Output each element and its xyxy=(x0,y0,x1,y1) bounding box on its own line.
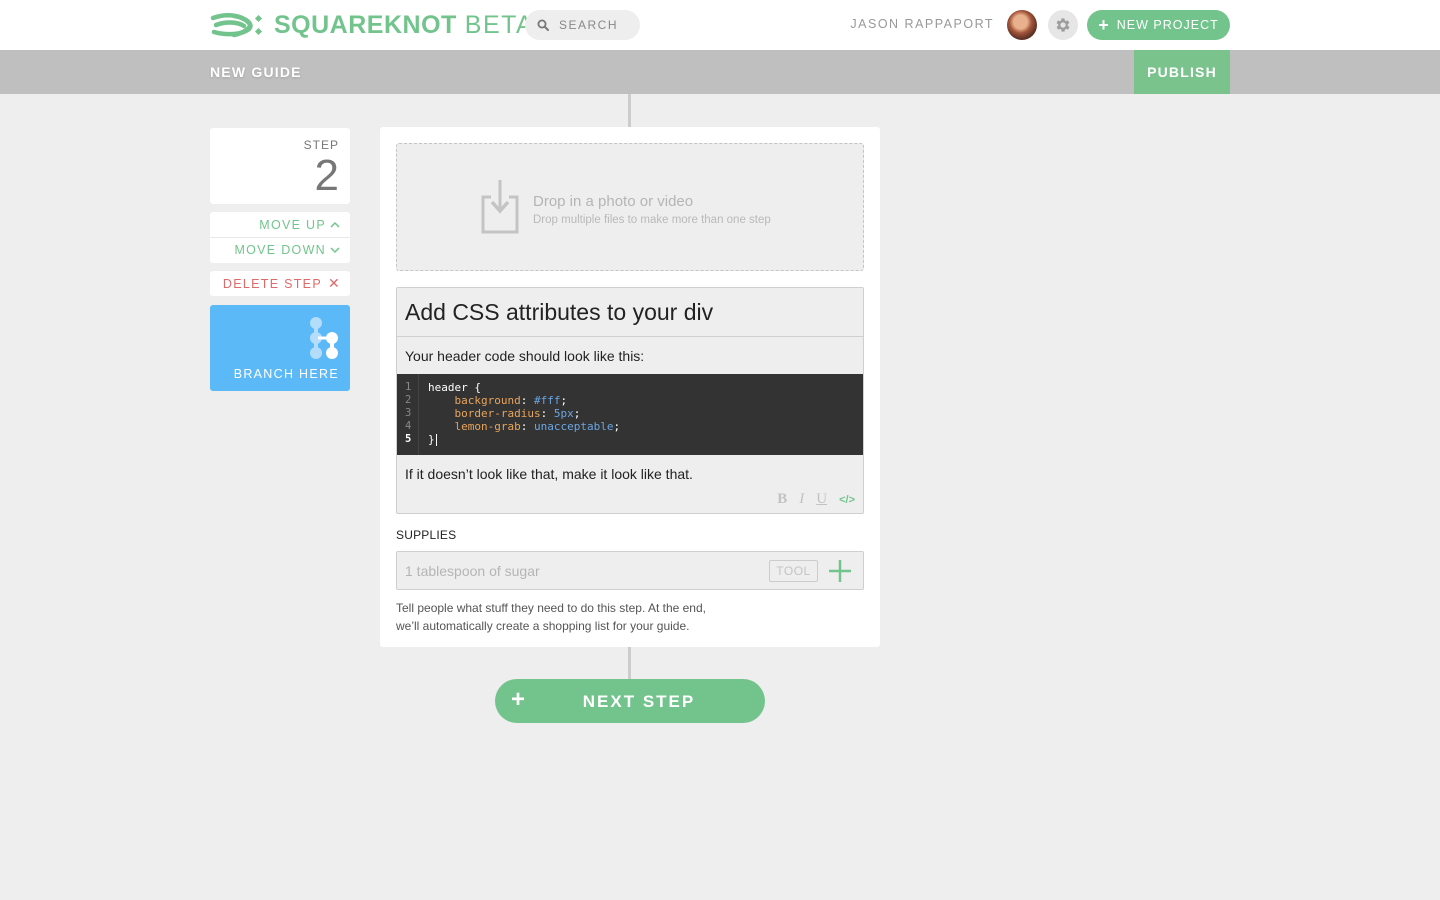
code-token-plain: : xyxy=(520,394,534,407)
publish-button[interactable]: PUBLISH xyxy=(1134,50,1230,94)
add-supply-plus-icon[interactable] xyxy=(827,558,853,584)
step-outro-text[interactable]: If it doesn’t look like that, make it lo… xyxy=(405,466,693,482)
close-icon: ✕ xyxy=(327,275,341,291)
tool-toggle-button[interactable]: TOOL xyxy=(769,560,818,582)
code-token-val: unacceptable xyxy=(533,420,614,433)
code-token-prop: lemon-grab xyxy=(454,420,521,433)
move-up-button[interactable]: MOVE UP xyxy=(210,212,350,237)
line-number: 1 xyxy=(405,381,412,393)
supplies-input-row: TOOL xyxy=(396,551,864,590)
logo-text: SQUAREKNOT BETA xyxy=(274,10,534,40)
search-box[interactable] xyxy=(525,10,640,40)
download-tray-icon xyxy=(481,180,519,234)
underline-button[interactable]: U xyxy=(816,491,827,508)
branch-here-button[interactable]: BRANCH HERE xyxy=(210,305,350,391)
settings-button[interactable] xyxy=(1048,10,1078,40)
code-token-plain: : xyxy=(540,407,554,420)
step-indicator: STEP 2 xyxy=(210,128,350,204)
move-down-label: MOVE DOWN xyxy=(234,243,326,257)
code-line: lemon-grab: unacceptable; xyxy=(428,420,621,433)
line-number: 2 xyxy=(405,394,412,406)
chevron-down-icon xyxy=(330,246,340,253)
line-number-gutter: 12345 xyxy=(397,374,419,455)
new-project-button[interactable]: + NEW PROJECT xyxy=(1087,10,1230,40)
avatar[interactable] xyxy=(1007,10,1037,40)
logo[interactable]: SQUAREKNOT BETA xyxy=(210,10,534,40)
step-editor-card: Drop in a photo or video Drop multiple f… xyxy=(380,127,880,647)
plus-icon: + xyxy=(1098,15,1110,35)
step-content-editor: Your header code should look like this: … xyxy=(396,287,864,514)
search-icon xyxy=(537,19,549,31)
supplies-label: SUPPLIES xyxy=(396,528,457,542)
step-intro-text[interactable]: Your header code should look like this: xyxy=(405,348,644,364)
gear-icon xyxy=(1056,18,1070,32)
supplies-help-line-1: Tell people what stuff they need to do t… xyxy=(396,601,706,615)
next-step-label: NEXT STEP xyxy=(582,692,696,711)
step-number: 2 xyxy=(314,151,339,200)
knot-logo-icon xyxy=(210,13,263,38)
delete-step-button[interactable]: DELETE STEP ✕ xyxy=(210,271,350,296)
dropzone-title: Drop in a photo or video xyxy=(533,193,694,210)
code-lines[interactable]: header { background: #fff; border-radius… xyxy=(428,381,620,446)
code-token-prop: background xyxy=(454,394,521,407)
next-step-button[interactable]: + NEXT STEP xyxy=(495,679,765,723)
user-name-link[interactable]: JASON RAPPAPORT xyxy=(850,17,994,31)
line-number: 5 xyxy=(405,433,412,445)
line-number: 3 xyxy=(405,407,412,419)
move-controls: MOVE UP MOVE DOWN xyxy=(210,212,350,263)
code-token-plain: header { xyxy=(428,381,481,394)
media-dropzone[interactable]: Drop in a photo or video Drop multiple f… xyxy=(396,143,864,271)
code-token-prop: border-radius xyxy=(454,407,541,420)
format-toolbar: B I U </> xyxy=(765,491,855,508)
code-token-plain: : xyxy=(520,420,534,433)
top-header: SQUAREKNOTBETA JASON RAPPAPORT + NEW PRO… xyxy=(0,0,1440,50)
code-token-plain: } xyxy=(428,433,435,446)
brand-name: SQUAREKNOT xyxy=(274,11,457,39)
italic-button[interactable]: I xyxy=(799,491,804,508)
supplies-help-text: Tell people what stuff they need to do t… xyxy=(396,599,756,635)
code-token-plain: ; xyxy=(613,420,621,433)
supplies-help-line-2: we’ll automatically create a shopping li… xyxy=(396,619,690,633)
line-number: 4 xyxy=(405,420,412,432)
supply-input[interactable] xyxy=(397,552,757,589)
move-down-button[interactable]: MOVE DOWN xyxy=(210,237,350,262)
code-button[interactable]: </> xyxy=(839,494,855,506)
code-token-val: #fff xyxy=(533,394,561,407)
step-title-input[interactable] xyxy=(397,288,863,337)
step-label: STEP xyxy=(303,138,339,152)
search-input[interactable] xyxy=(559,18,639,32)
move-up-label: MOVE UP xyxy=(259,217,326,232)
branch-icon xyxy=(310,317,338,359)
new-project-label: NEW PROJECT xyxy=(1116,18,1219,32)
guide-title: NEW GUIDE xyxy=(210,64,302,80)
text-cursor xyxy=(435,434,437,446)
chevron-up-icon xyxy=(330,221,340,228)
guide-bar: NEW GUIDE PUBLISH xyxy=(0,50,1440,94)
connector-line-bottom xyxy=(628,647,631,679)
branch-here-label: BRANCH HERE xyxy=(233,367,339,381)
connector-line-top xyxy=(628,94,631,127)
code-line: background: #fff; xyxy=(428,394,620,407)
beta-badge: BETA xyxy=(464,11,535,39)
code-block[interactable]: 12345 header { background: #fff; border-… xyxy=(397,374,863,455)
code-line: } xyxy=(428,433,620,446)
code-line: border-radius: 5px; xyxy=(428,407,620,420)
bold-button[interactable]: B xyxy=(777,491,787,508)
code-token-val: 5px xyxy=(553,407,574,420)
code-token-plain: ; xyxy=(573,407,581,420)
code-token-plain: ; xyxy=(560,394,568,407)
delete-step-label: DELETE STEP xyxy=(222,276,322,291)
code-line: header { xyxy=(428,381,620,394)
dropzone-subtitle: Drop multiple files to make more than on… xyxy=(533,214,771,226)
